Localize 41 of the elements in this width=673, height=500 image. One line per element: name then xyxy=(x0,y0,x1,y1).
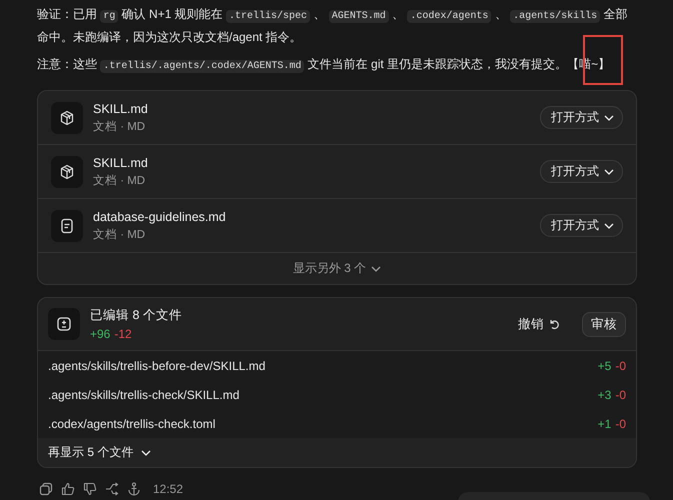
removed-count: -0 xyxy=(615,388,626,402)
open-with-button[interactable]: 打开方式 xyxy=(540,214,623,237)
review-button[interactable]: 审核 xyxy=(582,312,626,336)
chevron-down-icon xyxy=(371,266,382,272)
message-time: 12:52 xyxy=(153,482,184,496)
thumbs-up-icon[interactable] xyxy=(61,482,75,496)
anchor-icon[interactable] xyxy=(127,482,141,496)
added-count: +1 xyxy=(598,416,612,430)
file-path[interactable]: .agents/skills/trellis-before-dev/SKILL.md xyxy=(48,358,598,372)
copy-icon[interactable] xyxy=(39,482,53,496)
plus-minus-icon xyxy=(56,316,72,332)
file-type: 文档 · MD xyxy=(93,228,146,242)
undo-button[interactable]: 撤销 xyxy=(510,316,568,332)
removed-count: -0 xyxy=(615,416,626,430)
chevron-down-icon xyxy=(604,114,614,120)
cube-icon xyxy=(59,110,75,126)
file-path[interactable]: .agents/skills/trellis-check/SKILL.md xyxy=(48,388,598,402)
edits-title: 已编辑 8 个文件 xyxy=(90,307,183,324)
added-count: +3 xyxy=(598,388,612,402)
open-with-button[interactable]: 打开方式 xyxy=(540,106,623,129)
message-paragraph: 验证：已用 rg 确认 N+1 规则能在 .trellis/spec 、 AGENTS.md 、 .codex/agents 、 .agents/skills 全部命中。未跑编译，因为这次只改文档/agent 指令。 xyxy=(37,6,628,46)
chevron-down-icon xyxy=(141,450,152,456)
chevron-down-icon xyxy=(604,168,614,174)
file-name: SKILL.md xyxy=(93,156,149,170)
show-more-button[interactable]: 显示另外 3 个 xyxy=(38,253,636,284)
branch-icon[interactable] xyxy=(105,482,119,496)
file-name: SKILL.md xyxy=(93,102,149,116)
chevron-down-icon xyxy=(604,222,614,228)
file-type: 文档 · MD xyxy=(93,174,146,188)
thumbs-down-icon[interactable] xyxy=(83,482,97,496)
cube-icon xyxy=(59,164,75,180)
removed-count: -12 xyxy=(114,327,132,341)
file-type: 文档 · MD xyxy=(93,120,146,134)
removed-count: -0 xyxy=(615,358,626,372)
undo-icon xyxy=(549,318,560,330)
file-name: database-guidelines.md xyxy=(93,210,227,224)
added-count: +5 xyxy=(598,358,612,372)
document-icon xyxy=(59,218,75,234)
file-path[interactable]: .codex/agents/trellis-check.toml xyxy=(48,416,598,430)
added-count: +96 xyxy=(90,327,110,341)
open-with-button[interactable]: 打开方式 xyxy=(540,160,623,183)
